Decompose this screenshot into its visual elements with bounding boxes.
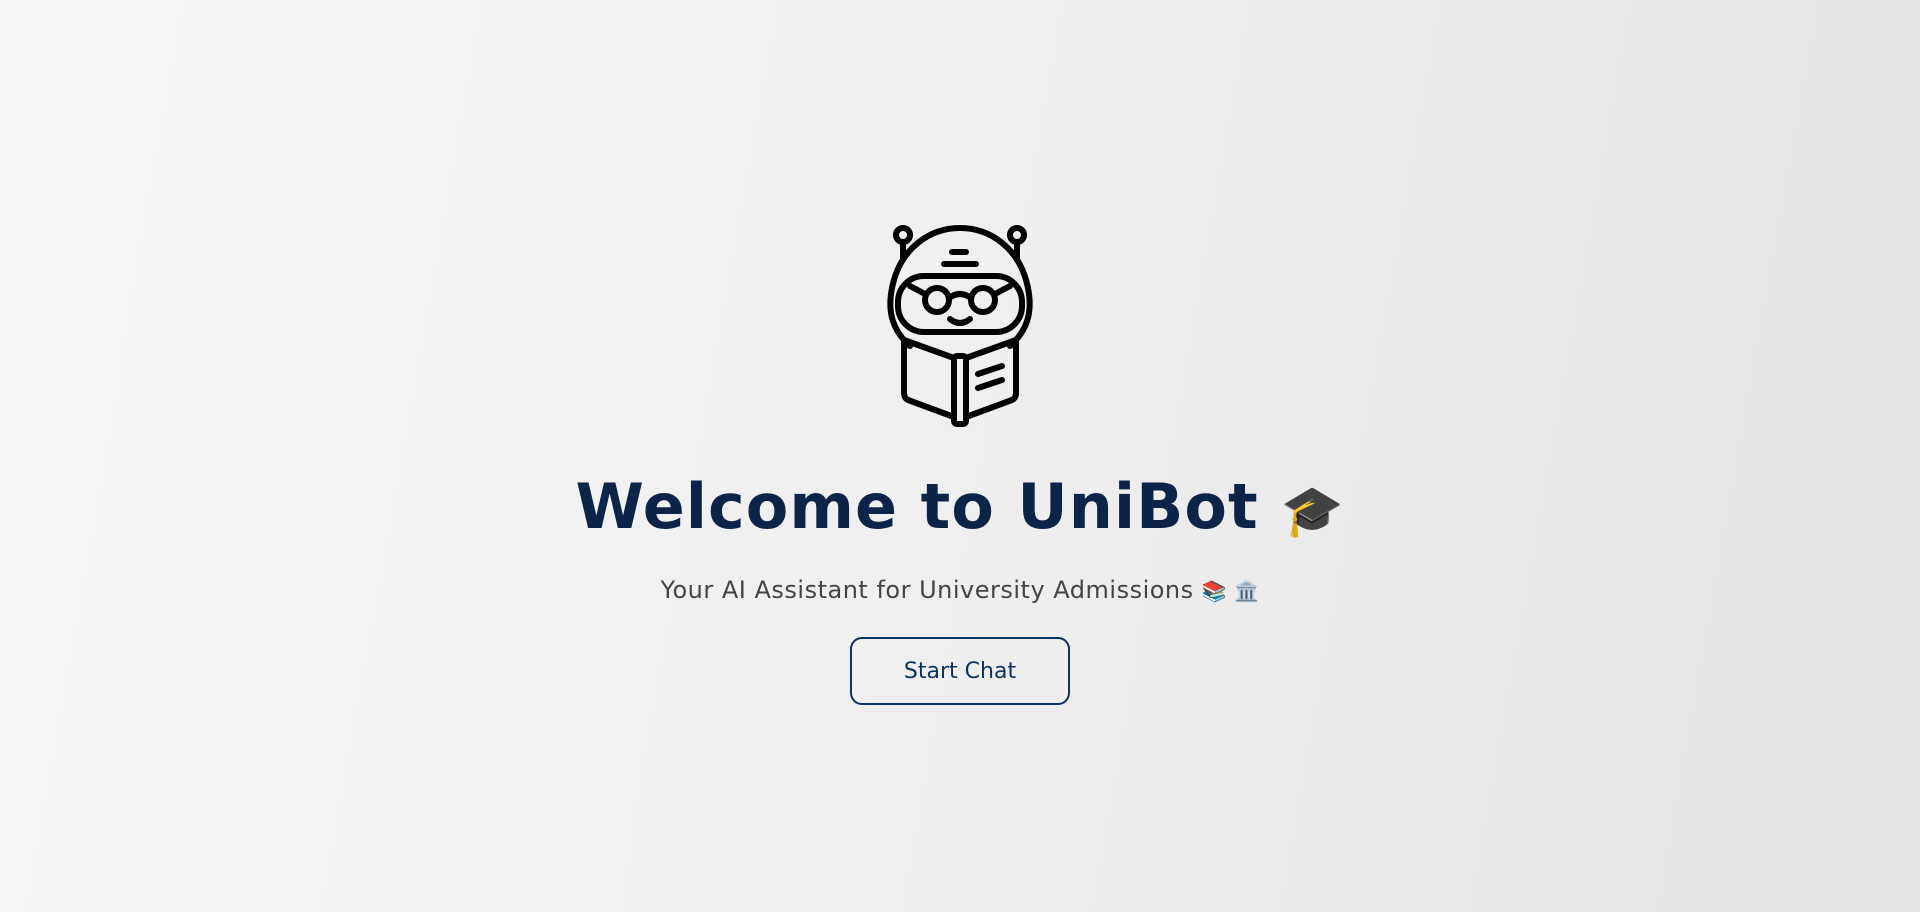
graduation-cap-icon: 🎓: [1281, 482, 1345, 540]
welcome-screen: Welcome to UniBot 🎓 Your AI Assistant fo…: [0, 0, 1920, 912]
subtitle-text: Your AI Assistant for University Admissi…: [660, 576, 1194, 604]
robot-reading-book-icon: [887, 225, 1033, 427]
title-text: Welcome to UniBot: [575, 470, 1259, 543]
subtitle: Your AI Assistant for University Admissi…: [0, 576, 1920, 604]
page-title: Welcome to UniBot 🎓: [0, 470, 1920, 543]
books-and-building-icons: 📚 🏛️: [1201, 579, 1260, 603]
start-chat-button[interactable]: Start Chat: [850, 637, 1070, 705]
